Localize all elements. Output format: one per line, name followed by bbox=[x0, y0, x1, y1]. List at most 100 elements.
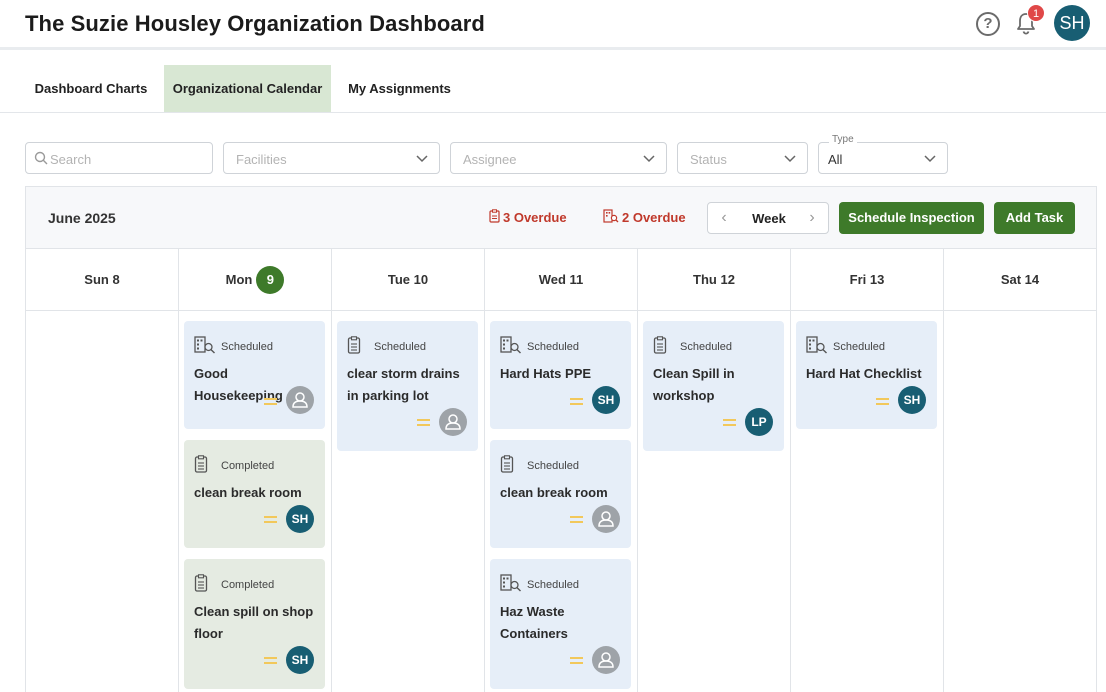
day-header-fri: Fri 13 bbox=[791, 249, 944, 311]
assignee-avatar[interactable]: LP bbox=[745, 408, 773, 436]
assignee-avatar[interactable]: SH bbox=[286, 646, 314, 674]
day-header-thu: Thu 12 bbox=[638, 249, 791, 311]
today-date-badge: 9 bbox=[256, 265, 285, 294]
task-clipboard-icon bbox=[500, 455, 514, 473]
event-card[interactable]: Completed Clean spill on shop floor SH bbox=[184, 559, 325, 689]
event-status: Scheduled bbox=[680, 341, 732, 353]
inspection-icon bbox=[806, 336, 827, 354]
event-title: clean break room bbox=[500, 485, 608, 500]
inspection-icon bbox=[500, 574, 521, 592]
assignee-select[interactable]: Assignee bbox=[450, 142, 667, 174]
event-title: Haz Waste Containers bbox=[500, 604, 568, 641]
event-status: Scheduled bbox=[374, 341, 426, 353]
task-clipboard-icon bbox=[194, 455, 208, 473]
add-task-button[interactable]: Add Task bbox=[994, 202, 1075, 234]
search-placeholder: Search bbox=[50, 152, 92, 167]
overdue-inspections-text: 2 Overdue bbox=[622, 210, 686, 225]
next-week-button[interactable]: › bbox=[804, 209, 820, 227]
event-title: Clean Spill in workshop bbox=[653, 366, 735, 403]
app-title: The Suzie Housley Organization Dashboard bbox=[25, 11, 485, 36]
event-card[interactable]: Scheduled Good Housekeeping bbox=[184, 321, 325, 429]
inspection-icon bbox=[500, 336, 521, 354]
event-title: Clean spill on shop floor bbox=[194, 604, 314, 641]
assignee-avatar[interactable]: SH bbox=[592, 386, 620, 414]
tab-my-assignments[interactable]: My Assignments bbox=[336, 65, 463, 112]
drag-handle-icon[interactable] bbox=[264, 398, 277, 405]
event-title: clear storm drains in parking lot bbox=[347, 366, 460, 403]
drag-handle-icon[interactable] bbox=[417, 419, 430, 426]
event-status: Scheduled bbox=[527, 341, 579, 353]
event-title: Hard Hat Checklist bbox=[806, 366, 922, 381]
day-column-sat[interactable] bbox=[944, 311, 1096, 692]
task-clipboard-icon bbox=[194, 574, 208, 592]
tab-dashboard-charts[interactable]: Dashboard Charts bbox=[22, 65, 160, 112]
building-search-icon bbox=[603, 209, 619, 223]
day-column-sun[interactable] bbox=[26, 311, 179, 692]
help-icon[interactable]: ? bbox=[976, 12, 1000, 36]
search-input[interactable]: Search bbox=[25, 142, 213, 174]
day-header-mon-label: Mon bbox=[225, 272, 253, 287]
assignee-avatar[interactable]: SH bbox=[286, 505, 314, 533]
event-title: Hard Hats PPE bbox=[500, 366, 592, 381]
type-select[interactable]: All bbox=[818, 142, 948, 174]
event-card[interactable]: Scheduled Clean Spill in workshop LP bbox=[643, 321, 784, 451]
drag-handle-icon[interactable] bbox=[264, 657, 277, 664]
event-status: Scheduled bbox=[527, 460, 579, 472]
inspection-icon bbox=[194, 336, 215, 354]
tab-bar: Dashboard Charts Organizational Calendar… bbox=[0, 65, 1106, 113]
status-select[interactable]: Status bbox=[677, 142, 808, 174]
chevron-down-icon bbox=[784, 155, 796, 163]
schedule-inspection-button[interactable]: Schedule Inspection bbox=[839, 202, 984, 234]
event-status: Completed bbox=[221, 460, 275, 472]
day-header-tue: Tue 10 bbox=[332, 249, 485, 311]
drag-handle-icon[interactable] bbox=[264, 516, 277, 523]
status-placeholder: Status bbox=[690, 152, 727, 167]
month-label: June 2025 bbox=[48, 210, 116, 226]
unassigned-avatar[interactable] bbox=[592, 646, 620, 674]
overdue-inspections-link[interactable]: 2 Overdue bbox=[603, 209, 686, 225]
event-card[interactable]: Scheduled Hard Hats PPE SH bbox=[490, 321, 631, 429]
event-card[interactable]: Scheduled clean break room bbox=[490, 440, 631, 548]
event-status: Completed bbox=[221, 579, 275, 591]
unassigned-avatar[interactable] bbox=[439, 408, 467, 436]
day-header-sat: Sat 14 bbox=[944, 249, 1096, 311]
drag-handle-icon[interactable] bbox=[570, 657, 583, 664]
type-label: Type bbox=[829, 134, 857, 145]
drag-handle-icon[interactable] bbox=[570, 398, 583, 405]
user-avatar[interactable]: SH bbox=[1054, 5, 1090, 41]
event-status: Scheduled bbox=[527, 579, 579, 591]
event-card[interactable]: Scheduled clear storm drains in parking … bbox=[337, 321, 478, 451]
unassigned-avatar[interactable] bbox=[592, 505, 620, 533]
chevron-down-icon bbox=[643, 155, 655, 163]
drag-handle-icon[interactable] bbox=[876, 398, 889, 405]
assignee-avatar[interactable]: SH bbox=[898, 386, 926, 414]
clipboard-icon bbox=[489, 209, 500, 223]
drag-handle-icon[interactable] bbox=[570, 516, 583, 523]
event-card[interactable]: Scheduled Haz Waste Containers bbox=[490, 559, 631, 689]
user-icon bbox=[445, 414, 461, 430]
search-icon bbox=[34, 151, 48, 165]
task-clipboard-icon bbox=[653, 336, 667, 354]
day-header-mon: Mon 9 bbox=[179, 249, 332, 311]
notification-count-badge: 1 bbox=[1027, 4, 1045, 22]
type-value: All bbox=[828, 152, 843, 167]
day-header-wed: Wed 11 bbox=[485, 249, 638, 311]
user-icon bbox=[598, 511, 614, 527]
event-status: Scheduled bbox=[221, 341, 273, 353]
event-card[interactable]: Scheduled Hard Hat Checklist SH bbox=[796, 321, 937, 429]
drag-handle-icon[interactable] bbox=[723, 419, 736, 426]
top-bar: The Suzie Housley Organization Dashboard… bbox=[0, 0, 1106, 50]
task-clipboard-icon bbox=[347, 336, 361, 354]
facilities-select[interactable]: Facilities bbox=[223, 142, 440, 174]
week-navigator: ‹ Week › bbox=[707, 202, 829, 234]
assignee-placeholder: Assignee bbox=[463, 152, 517, 167]
event-card[interactable]: Completed clean break room SH bbox=[184, 440, 325, 548]
chevron-down-icon bbox=[416, 155, 428, 163]
tab-organizational-calendar[interactable]: Organizational Calendar bbox=[164, 65, 331, 112]
calendar-toolbar: June 2025 3 Overdue 2 Overdue ‹ Week › S… bbox=[26, 187, 1096, 249]
user-icon bbox=[598, 652, 614, 668]
unassigned-avatar[interactable] bbox=[286, 386, 314, 414]
event-title: clean break room bbox=[194, 485, 302, 500]
overdue-tasks-link[interactable]: 3 Overdue bbox=[489, 209, 567, 225]
chevron-down-icon bbox=[924, 155, 936, 163]
